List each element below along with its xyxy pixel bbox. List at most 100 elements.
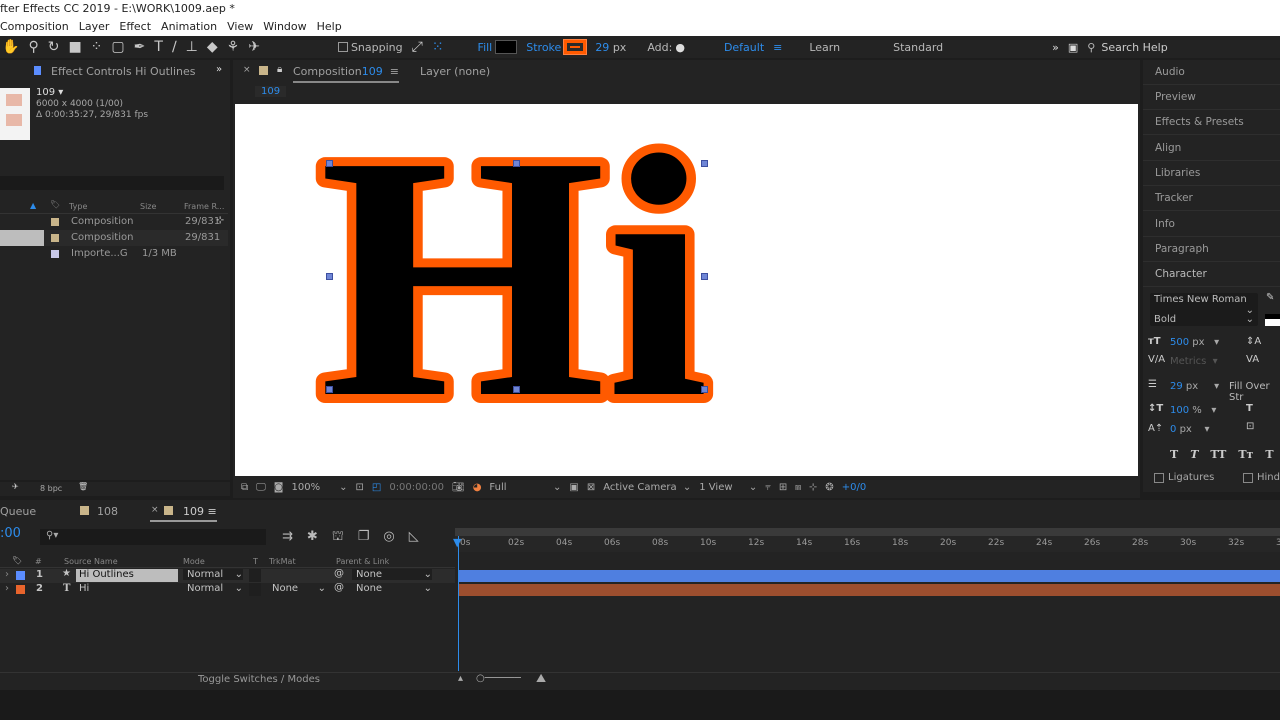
font-style-dropdown[interactable]: Bold ⌄ [1150, 313, 1258, 326]
transform-handle[interactable] [326, 273, 333, 280]
brush-tool-icon[interactable]: ∕ [172, 39, 177, 55]
playhead-handle[interactable]: ▼ [453, 536, 461, 549]
add-button-icon[interactable]: ● [675, 41, 685, 54]
comp-mini-flowchart-icon[interactable]: ⇉ [282, 529, 293, 546]
panel-info[interactable]: Info [1155, 218, 1175, 230]
layer-search-input[interactable]: ⚲▾ [40, 529, 266, 545]
menu-view[interactable]: View [227, 20, 253, 36]
tab-layer[interactable]: Layer (none) [420, 65, 490, 78]
layer-label-color[interactable] [16, 585, 25, 594]
trash-icon[interactable]: 🗑 [78, 482, 88, 491]
pen-tool-icon[interactable]: ✒ [134, 39, 146, 55]
motion-blur-icon[interactable]: ◎ [383, 529, 394, 546]
vr-icon[interactable]: ◙ [274, 482, 284, 493]
search-help[interactable]: ⚲ Search Help [1087, 41, 1167, 54]
tab-109[interactable]: 109 ≡ [150, 505, 217, 522]
parent-dropdown[interactable]: None ⌄ [352, 569, 432, 580]
expand-icon[interactable]: › [5, 569, 9, 580]
zoom-tool-icon[interactable]: ⚲ [28, 39, 38, 55]
panel-character[interactable]: Character [1155, 268, 1207, 280]
zoom-out-icon[interactable]: ▴ [458, 673, 463, 684]
mode-dropdown[interactable]: Normal ⌄ [183, 569, 243, 580]
vertical-scale-field[interactable]: 100 % ▾ [1170, 405, 1216, 416]
trkmat-dropdown[interactable]: None ⌄ [268, 583, 326, 594]
close-tab-icon[interactable]: × [243, 65, 251, 75]
current-time[interactable]: 0:00:00:00 [389, 482, 444, 493]
tab-108[interactable]: 108 [97, 505, 118, 518]
camera-tool-icon[interactable]: ■ [68, 39, 81, 55]
fill-swatch[interactable] [495, 40, 518, 54]
layer-name[interactable]: Hi [79, 583, 89, 594]
layer-row[interactable]: › 2 T Hi Normal ⌄ None ⌄ @ None ⌄ [0, 582, 455, 597]
layer-name[interactable]: Hi Outlines [76, 569, 178, 582]
faux-italic-icon[interactable]: T [1190, 448, 1198, 461]
transform-handle[interactable] [701, 386, 708, 393]
transform-handle[interactable] [701, 160, 708, 167]
tab-render-queue[interactable]: Queue [0, 505, 36, 518]
preserve-transparency-toggle[interactable] [249, 569, 261, 582]
toggle-pixel-aspect-icon[interactable]: ⫧ [765, 482, 771, 493]
workspace-default[interactable]: Default [724, 41, 764, 54]
workspace-learn[interactable]: Learn [809, 41, 840, 54]
composition-viewer[interactable]: Hi [235, 76, 1138, 479]
snap-options-icon[interactable]: ⤢ [412, 39, 423, 55]
camera-dropdown[interactable]: Active Camera ⌄ [603, 482, 691, 493]
monitor-icon[interactable]: 🖵 [256, 482, 266, 493]
time-ruler[interactable] [455, 536, 1280, 552]
bpc-button[interactable]: 8 bpc [40, 484, 62, 493]
comp-breadcrumb[interactable]: 109 [255, 86, 287, 97]
sync-settings-icon[interactable]: ▣ [1068, 41, 1078, 54]
transform-handle[interactable] [326, 160, 333, 167]
project-row[interactable]: Importe...G 1/3 MB [0, 247, 228, 262]
faux-bold-icon[interactable]: T [1170, 448, 1178, 461]
column-source-name[interactable]: Source Name [64, 557, 118, 566]
transform-handle[interactable] [701, 273, 708, 280]
layer-label-color[interactable] [16, 571, 25, 580]
transform-handle[interactable] [513, 160, 520, 167]
tab-composition[interactable]: Composition109 ≡ [293, 65, 399, 83]
graph-editor-icon[interactable]: ◺ [409, 529, 419, 546]
snap-grid-icon[interactable]: ⁙ [432, 39, 444, 55]
menu-window[interactable]: Window [263, 20, 306, 36]
menu-help[interactable]: Help [317, 20, 342, 36]
hand-tool-icon[interactable]: ✋ [2, 39, 19, 55]
type-tool-icon[interactable]: T [154, 39, 163, 55]
kerning-field[interactable]: Metrics ▾ [1170, 356, 1218, 367]
ligatures-checkbox[interactable]: Ligatures [1154, 472, 1214, 483]
fill-label[interactable]: Fill [478, 41, 493, 54]
panel-align[interactable]: Align [1155, 142, 1181, 154]
snapping-checkbox[interactable]: Snapping [337, 41, 403, 54]
channel-icon[interactable]: ◕ [473, 482, 482, 493]
panel-overflow-icon[interactable]: » [216, 64, 222, 75]
puppet-pin-tool-icon[interactable]: ✈ [248, 39, 260, 55]
zoom-slider[interactable]: ○────── [476, 673, 521, 684]
workspace-standard[interactable]: Standard [893, 41, 943, 54]
clone-stamp-tool-icon[interactable]: ⊥ [186, 39, 198, 55]
flowchart-icon[interactable]: ⊹ [216, 215, 224, 226]
stroke-label[interactable]: Stroke [526, 41, 561, 54]
mode-dropdown[interactable]: Normal ⌄ [183, 583, 243, 594]
rectangle-tool-icon[interactable]: ▢ [111, 39, 124, 55]
column-frame-rate[interactable]: Frame R... [184, 202, 224, 211]
small-caps-icon[interactable]: Tт [1238, 448, 1253, 461]
render-queue-icon[interactable]: ✈ [12, 482, 19, 491]
reset-exposure-icon[interactable]: ❂ [825, 482, 833, 493]
parent-dropdown[interactable]: None ⌄ [352, 583, 432, 594]
mask-visibility-icon[interactable]: ◰ [372, 482, 381, 493]
menu-layer[interactable]: Layer [79, 20, 110, 36]
more-workspaces-icon[interactable]: » [1052, 41, 1059, 54]
region-of-interest-icon[interactable]: ▣ [569, 482, 578, 493]
resolution-dropdown[interactable]: Full ⌄ [489, 482, 561, 493]
exposure-value[interactable]: +0/0 [842, 482, 866, 493]
views-dropdown[interactable]: 1 View ⌄ [699, 482, 757, 493]
panel-paragraph[interactable]: Paragraph [1155, 243, 1209, 255]
current-time-display[interactable]: :00 [0, 526, 21, 541]
stroke-width-value[interactable]: 29 [595, 41, 609, 54]
lock-icon[interactable]: 🔒︎ [277, 64, 282, 75]
eyedropper-icon[interactable]: ✎ [1266, 292, 1274, 303]
tab-effect-controls[interactable]: Effect Controls Hi Outlines [51, 65, 196, 78]
pan-behind-tool-icon[interactable]: ⁘ [91, 39, 103, 55]
project-search-input[interactable] [0, 176, 224, 190]
transform-handle[interactable] [513, 386, 520, 393]
transform-handle[interactable] [326, 386, 333, 393]
